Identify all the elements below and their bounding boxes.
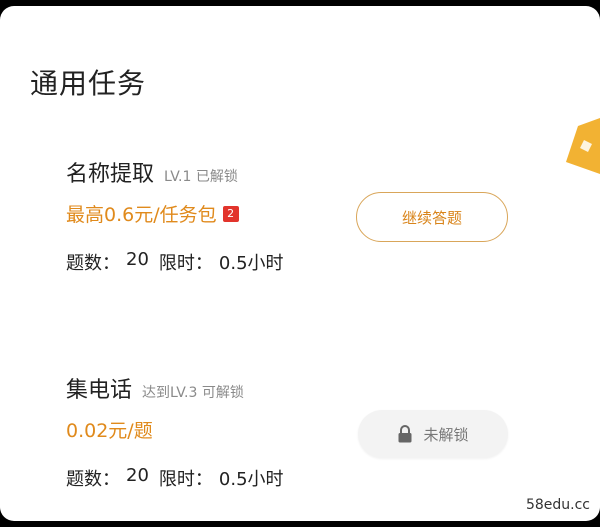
section-title: 通用任务 bbox=[30, 67, 147, 100]
locked-button[interactable]: 未解锁 bbox=[358, 410, 508, 458]
watermark: 58edu.cc bbox=[525, 497, 590, 513]
task-price-text: 最高0.6元/任务包 bbox=[66, 204, 217, 226]
task-header: 集电话 达到LV.3 可解锁 bbox=[66, 372, 586, 404]
count-label: 题数： bbox=[66, 253, 120, 274]
time-value: 0.5小时 bbox=[218, 469, 284, 490]
time-label: 限时： bbox=[158, 469, 213, 490]
count-label: 题数： bbox=[66, 469, 120, 490]
lock-icon bbox=[397, 425, 413, 443]
locked-button-label: 未解锁 bbox=[423, 425, 469, 444]
task-level: LV.1 已解锁 bbox=[164, 169, 238, 185]
task-price: 0.02元/题 bbox=[66, 416, 586, 443]
red-packet-icon: 2 bbox=[222, 205, 239, 222]
task-price: 最高0.6元/任务包 2 bbox=[66, 200, 586, 227]
task-name: 集电话 bbox=[66, 378, 133, 403]
task-item-name-extraction: 名称提取 LV.1 已解锁 最高0.6元/任务包 2 题数： 20 限时： 0.… bbox=[66, 156, 586, 275]
time-value: 0.5小时 bbox=[218, 253, 284, 274]
continue-answer-button[interactable]: 继续答题 bbox=[356, 192, 508, 242]
task-item-collect-phone: 集电话 达到LV.3 可解锁 0.02元/题 题数： 20 限时： 0.5小时 bbox=[66, 372, 586, 491]
task-name: 名称提取 bbox=[66, 162, 155, 187]
count-value: 20 bbox=[126, 249, 149, 270]
task-header: 名称提取 LV.1 已解锁 bbox=[66, 156, 586, 188]
time-label: 限时： bbox=[158, 253, 213, 274]
task-meta: 题数： 20 限时： 0.5小时 bbox=[66, 465, 586, 491]
task-card: 通用任务 名称提取 LV.1 已解锁 最高0.6元/任务包 2 题数： 20 限… bbox=[0, 6, 600, 521]
task-meta: 题数： 20 限时： 0.5小时 bbox=[66, 249, 586, 275]
task-price-text: 0.02元/题 bbox=[66, 420, 153, 442]
count-value: 20 bbox=[126, 465, 149, 486]
task-level: 达到LV.3 可解锁 bbox=[142, 385, 244, 401]
